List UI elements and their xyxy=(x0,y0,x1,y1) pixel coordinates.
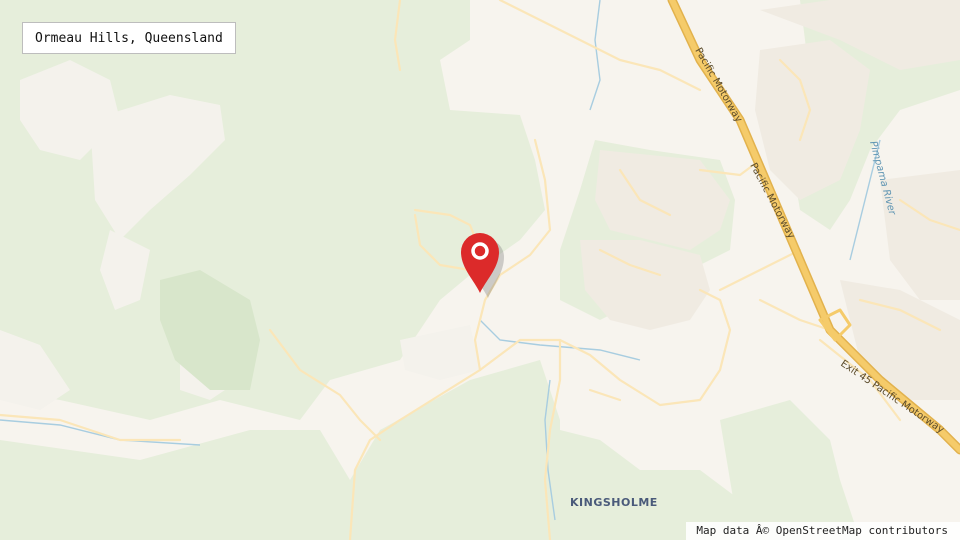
search-query-box[interactable]: Ormeau Hills, Queensland xyxy=(22,22,236,54)
map-canvas[interactable]: Pacific Motorway Pacific Motorway Exit 4… xyxy=(0,0,960,540)
search-query-text: Ormeau Hills, Queensland xyxy=(35,30,223,46)
map-attribution: Map data Â© OpenStreetMap contributors xyxy=(686,522,960,540)
attribution-text: Map data Â© OpenStreetMap contributors xyxy=(696,524,948,537)
suburb-label-kingsholme: KINGSHOLME xyxy=(570,496,658,509)
